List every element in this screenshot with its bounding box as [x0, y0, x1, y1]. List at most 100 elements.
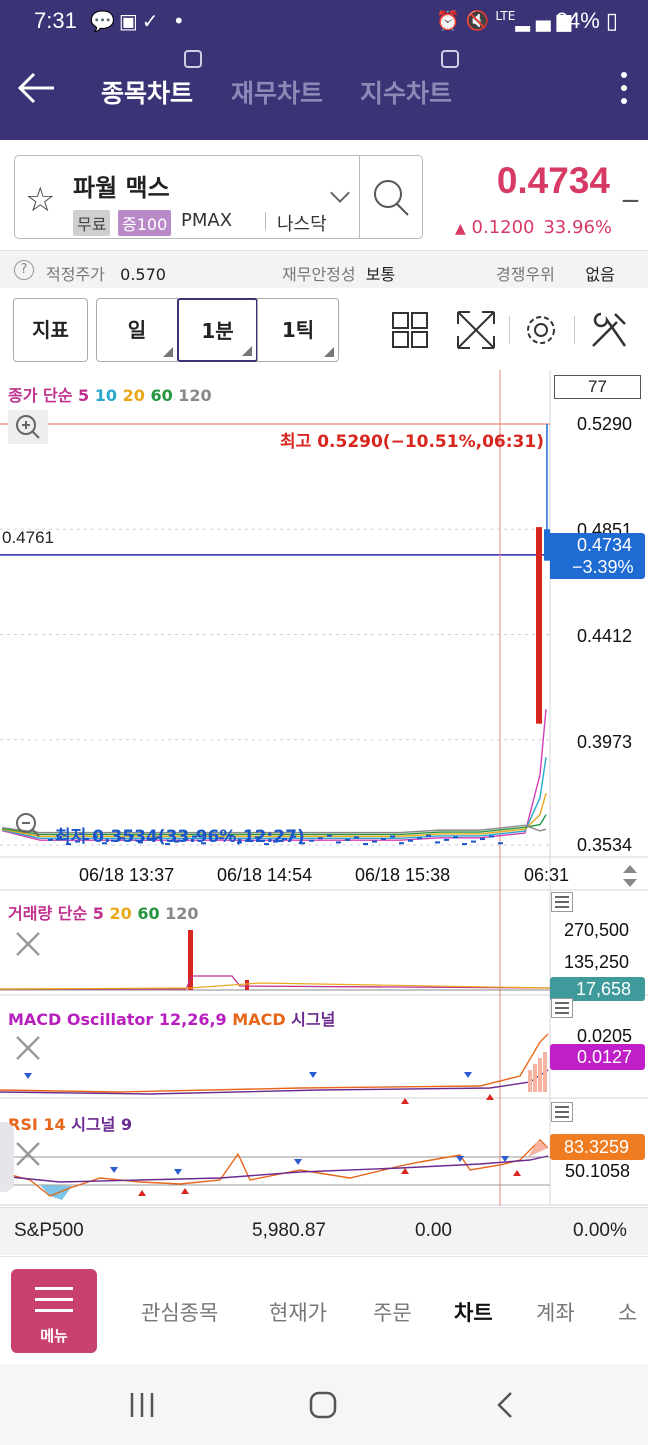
side-drawer-handle[interactable]: [0, 1122, 14, 1192]
y-tick-label: 0.4412: [577, 626, 633, 646]
settings-gear-icon[interactable]: [519, 308, 563, 352]
back-arrow-icon[interactable]: [14, 66, 58, 110]
tab-financial-chart[interactable]: 재무차트: [231, 74, 323, 110]
price-legend-label: 종가 단순: [8, 386, 73, 405]
tab-badge-icon: [184, 50, 202, 68]
macd-signal-label: 시그널: [291, 1010, 336, 1029]
zoom-in-icon[interactable]: [8, 410, 48, 444]
candle: [336, 841, 341, 844]
candle: [462, 843, 467, 846]
ma5-label: 5: [78, 386, 90, 405]
rsi-current-tag-value: 83.3259: [564, 1137, 630, 1157]
volume-pane-menu-icon[interactable]: [551, 892, 573, 912]
candle: [309, 839, 314, 842]
chart-area[interactable]: 종가 단순 5 10 20 60 120 77 0.5290 0.4851 0.…: [0, 370, 648, 1206]
period-day-button[interactable]: 일: [96, 298, 178, 362]
high-annotation: 최고 0.5290(−10.51%,06:31): [280, 432, 544, 452]
period-1min-label: 1분: [201, 319, 234, 343]
divider: [574, 316, 575, 344]
macd-histogram-bar: [538, 1058, 542, 1092]
buy-signal-arrow: [486, 1094, 494, 1100]
rsi-pane-menu-icon[interactable]: [551, 1102, 573, 1122]
candle: [363, 843, 368, 846]
volume-bar: [188, 930, 193, 990]
x-tick-label: 06/18 15:38: [355, 865, 451, 885]
nav-chart[interactable]: 차트: [454, 1297, 493, 1327]
close-rsi-pane-icon[interactable]: [14, 1140, 42, 1168]
ma10-label: 10: [94, 386, 118, 405]
axis-scroll-icon[interactable]: [621, 862, 639, 890]
indicator-button[interactable]: 지표: [13, 298, 88, 362]
sell-signal-arrow: [174, 1169, 182, 1175]
layout-grid-icon[interactable]: [388, 308, 432, 352]
macd-current-tag-value: 0.0127: [577, 1047, 633, 1067]
candle: [354, 836, 359, 839]
nav-order[interactable]: 주문: [373, 1297, 412, 1327]
volume-bar: [245, 980, 249, 990]
macd-pane-menu-icon[interactable]: [551, 998, 573, 1018]
home-icon[interactable]: [307, 1389, 339, 1421]
buy-signal-arrow: [138, 1190, 146, 1196]
stability-label: 재무안정성: [282, 265, 356, 284]
chevron-down-icon[interactable]: [330, 183, 350, 203]
candle: [471, 840, 476, 843]
current-pct-tag-value: −3.39%: [572, 557, 634, 577]
candle: [372, 840, 377, 843]
stock-ticker: PMAX: [181, 210, 233, 231]
fullscreen-icon[interactable]: [454, 308, 498, 352]
macd-histogram-bar: [533, 1064, 537, 1092]
menu-button[interactable]: 메뉴: [11, 1269, 97, 1353]
chart-canvas[interactable]: [0, 370, 648, 1206]
stock-name: 파월 맥스: [73, 174, 170, 202]
rsi-signal-label: 시그널 9: [71, 1115, 133, 1134]
help-icon[interactable]: ?: [14, 260, 34, 280]
tab-index-chart[interactable]: 지수차트: [360, 74, 452, 110]
sell-signal-arrow: [24, 1073, 32, 1079]
candle: [453, 836, 458, 839]
recent-apps-icon[interactable]: [126, 1390, 158, 1420]
macd-osc-label: MACD Oscillator 12,26,9: [8, 1010, 227, 1029]
close-macd-pane-icon[interactable]: [14, 1034, 42, 1062]
candle: [444, 838, 449, 841]
nav-current-price[interactable]: 현재가: [269, 1297, 327, 1327]
nav-more[interactable]: 소: [618, 1297, 637, 1327]
volume-current-tag-value: 17,658: [576, 979, 632, 999]
x-tick-label: 06/18 13:37: [79, 865, 175, 885]
nav-watchlist[interactable]: 관심종목: [141, 1297, 218, 1327]
zoom-out-icon[interactable]: [8, 808, 48, 842]
buy-signal-arrow: [513, 1170, 521, 1176]
bar-count-box[interactable]: 77: [554, 375, 641, 399]
system-navigation-bar: [0, 1364, 648, 1445]
financial-stability: 재무안정성 보통: [282, 261, 395, 285]
macd-label: MACD: [232, 1010, 286, 1029]
back-icon[interactable]: [493, 1389, 517, 1421]
price-change: ▲ 0.1200: [455, 217, 535, 238]
close-volume-pane-icon[interactable]: [14, 930, 42, 958]
favorite-star-icon[interactable]: ☆: [25, 180, 55, 220]
more-menu-icon[interactable]: [616, 68, 632, 112]
y-tick-label: 50.1058: [565, 1161, 631, 1181]
search-button[interactable]: [359, 156, 423, 238]
battery-level: 24%: [555, 8, 600, 33]
fair-price-label: 적정주가: [46, 265, 105, 284]
period-1tick-button[interactable]: 1틱: [257, 298, 339, 362]
tab-stock-chart[interactable]: 종목차트: [101, 74, 193, 110]
network-label: LTE: [495, 9, 516, 23]
divider: [265, 212, 266, 230]
index-ticker-bar[interactable]: S&P500 5,980.87 0.00 0.00%: [0, 1207, 648, 1255]
competitive-value: 없음: [585, 265, 615, 284]
macd-current-tag: 0.0127: [550, 1044, 645, 1070]
divider: [509, 316, 510, 344]
candle: [327, 834, 332, 837]
tools-icon[interactable]: [587, 308, 631, 352]
low-annotation: 최저 0.3534(33.96%,12:27): [55, 827, 305, 847]
notification-icons: 💬▣✓ •: [90, 9, 189, 33]
moving-average-line: [1, 709, 547, 841]
stock-selector[interactable]: ☆ 파월 맥스 무료 증100 PMAX 나스닥: [14, 155, 423, 239]
period-1min-button[interactable]: 1분: [177, 298, 258, 362]
candle: [426, 834, 431, 837]
price-change-value: 0.1200: [471, 217, 535, 238]
hamburger-icon: [35, 1287, 73, 1290]
y-tick-label: 135,250: [564, 952, 630, 972]
nav-account[interactable]: 계좌: [536, 1297, 575, 1327]
